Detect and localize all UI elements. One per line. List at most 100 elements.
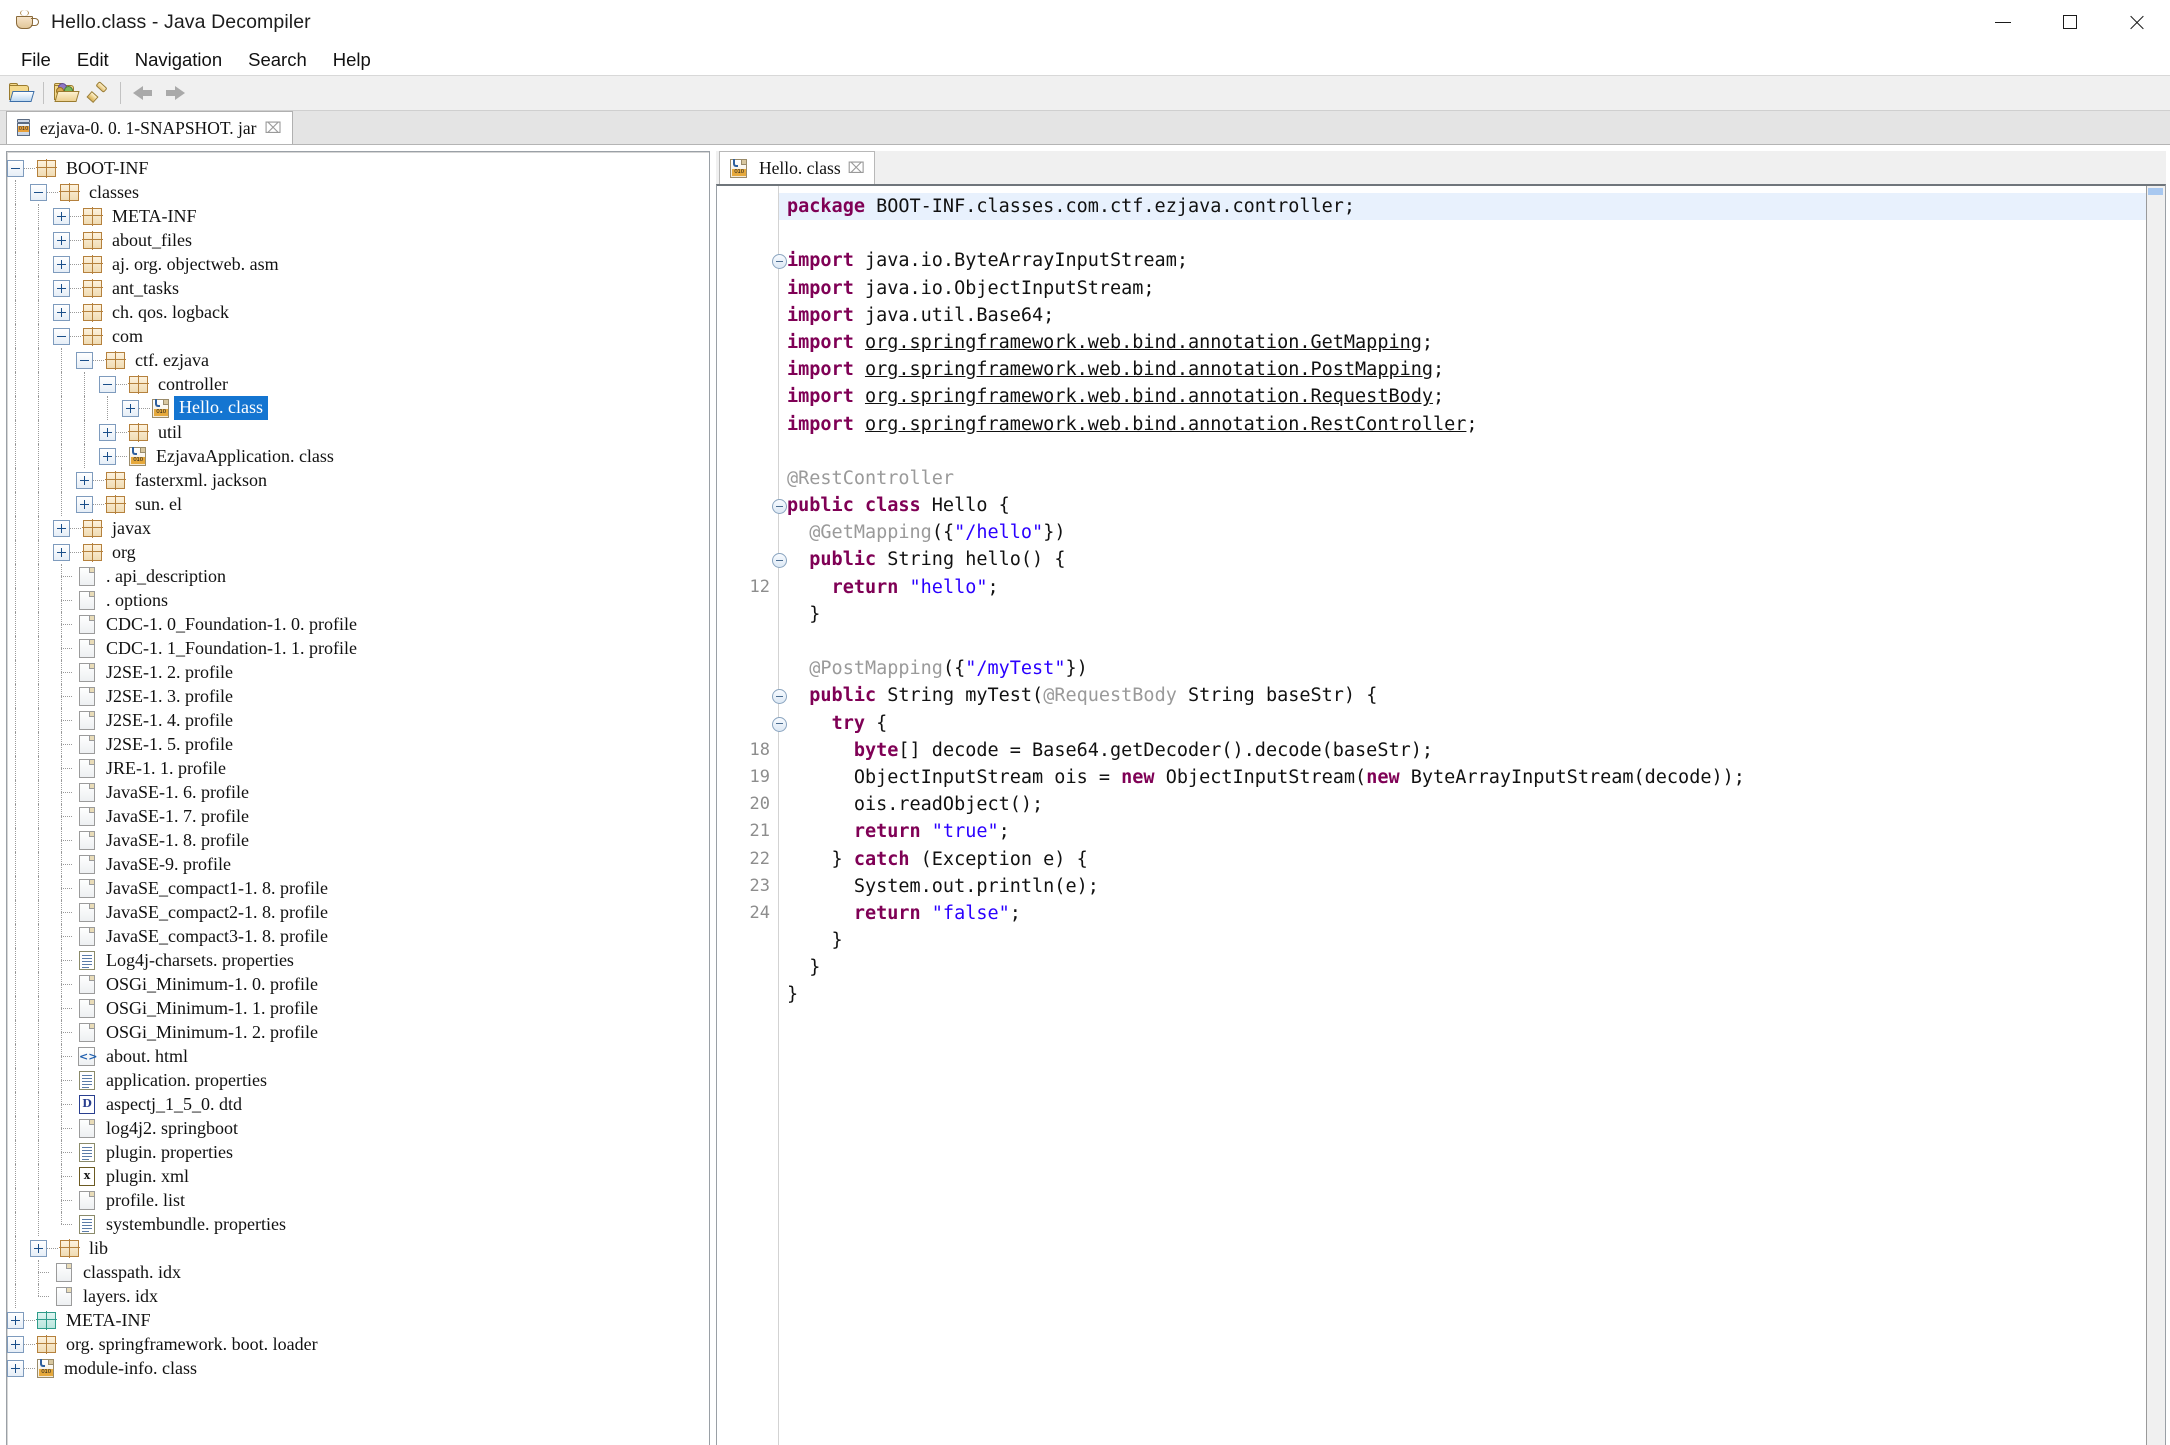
tree-item[interactable]: org xyxy=(7,540,709,564)
tree-item[interactable]: <> about. html xyxy=(7,1044,709,1068)
tree-item[interactable]: JavaSE-1. 8. profile xyxy=(7,828,709,852)
tree-item[interactable]: ch. qos. logback xyxy=(7,300,709,324)
tree-item[interactable]: META-INF xyxy=(7,1308,709,1332)
back-button[interactable] xyxy=(128,79,158,107)
tree-indent-guide xyxy=(7,204,30,228)
tree-item[interactable]: Daspectj_1_5_0. dtd xyxy=(7,1092,709,1116)
tree-item[interactable]: util xyxy=(7,420,709,444)
editor-marker-bar[interactable] xyxy=(2146,186,2165,1445)
tree-item[interactable]: JavaSE-1. 6. profile xyxy=(7,780,709,804)
tree-item[interactable]: J2SE-1. 3. profile xyxy=(7,684,709,708)
close-button[interactable] xyxy=(2103,0,2170,44)
tree-item[interactable]: OSGi_Minimum-1. 1. profile xyxy=(7,996,709,1020)
minimize-button[interactable] xyxy=(1969,0,2036,44)
tree-item[interactable]: org. springframework. boot. loader xyxy=(7,1332,709,1356)
menu-edit[interactable]: Edit xyxy=(64,47,122,73)
tree-expand-icon[interactable] xyxy=(76,495,93,513)
tree-expand-icon[interactable] xyxy=(76,471,93,489)
tree-item[interactable]: 010 EzjavaApplication. class xyxy=(7,444,709,468)
tree-item[interactable]: about_files xyxy=(7,228,709,252)
tree-item[interactable]: javax xyxy=(7,516,709,540)
tree-item[interactable]: x plugin. xml xyxy=(7,1164,709,1188)
code-token[interactable]: org.springframework.web.bind.annotation.… xyxy=(865,359,1433,380)
menu-navigation[interactable]: Navigation xyxy=(122,47,235,73)
tree-item[interactable]: Log4j-charsets. properties xyxy=(7,948,709,972)
tree-item[interactable]: OSGi_Minimum-1. 0. profile xyxy=(7,972,709,996)
tree-item[interactable]: lib xyxy=(7,1236,709,1260)
tree-expand-icon[interactable] xyxy=(53,255,70,273)
tree-item[interactable]: ant_tasks xyxy=(7,276,709,300)
tree-expand-icon[interactable] xyxy=(99,423,116,441)
tree-item[interactable]: CDC-1. 1_Foundation-1. 1. profile xyxy=(7,636,709,660)
code-token[interactable]: org.springframework.web.bind.annotation.… xyxy=(865,414,1466,435)
tree-item[interactable]: classpath. idx xyxy=(7,1260,709,1284)
tree-item[interactable]: META-INF xyxy=(7,204,709,228)
tree-item[interactable]: aj. org. objectweb. asm xyxy=(7,252,709,276)
jar-tree[interactable]: BOOT-INF classes META-INF about_files aj. or… xyxy=(7,152,709,1445)
editor-tab-close-icon[interactable]: ⌧ xyxy=(848,160,865,176)
editor-tab-hello-class[interactable]: 010 Hello. class ⌧ xyxy=(719,151,875,184)
tree-expand-icon[interactable] xyxy=(53,519,70,537)
tree-item[interactable]: JavaSE-1. 7. profile xyxy=(7,804,709,828)
editor-gutter[interactable]: 12 18 19 20 21 22 23 24 xyxy=(717,186,787,1445)
tree-item[interactable]: fasterxml. jackson xyxy=(7,468,709,492)
tree-item[interactable]: ctf. ezjava xyxy=(7,348,709,372)
code-token[interactable]: org.springframework.web.bind.annotation.… xyxy=(865,332,1422,353)
tree-collapse-icon[interactable] xyxy=(7,159,24,177)
menu-search[interactable]: Search xyxy=(235,47,320,73)
tree-item[interactable]: com xyxy=(7,324,709,348)
tree-item[interactable]: profile. list xyxy=(7,1188,709,1212)
tree-collapse-icon[interactable] xyxy=(76,351,93,369)
tree-expand-icon[interactable] xyxy=(122,399,139,417)
tree-elbow xyxy=(53,1092,76,1116)
tree-collapse-icon[interactable] xyxy=(99,375,116,393)
tree-expand-icon[interactable] xyxy=(99,447,116,465)
menu-help[interactable]: Help xyxy=(320,47,384,73)
maximize-button[interactable] xyxy=(2036,0,2103,44)
tree-item[interactable]: JavaSE_compact1-1. 8. profile xyxy=(7,876,709,900)
tree-collapse-icon[interactable] xyxy=(53,327,70,345)
jar-tab-close-icon[interactable]: ⌧ xyxy=(264,120,281,136)
tree-item[interactable]: J2SE-1. 2. profile xyxy=(7,660,709,684)
tree-expand-icon[interactable] xyxy=(7,1335,24,1353)
tree-expand-icon[interactable] xyxy=(53,207,70,225)
file-icon xyxy=(79,566,95,586)
tree-item[interactable]: BOOT-INF xyxy=(7,156,709,180)
tree-item[interactable]: JavaSE-9. profile xyxy=(7,852,709,876)
tree-item[interactable]: systembundle. properties xyxy=(7,1212,709,1236)
tree-item[interactable]: layers. idx xyxy=(7,1284,709,1308)
tree-expand-icon[interactable] xyxy=(53,543,70,561)
tree-expand-icon[interactable] xyxy=(30,1239,47,1257)
tree-item[interactable]: J2SE-1. 4. profile xyxy=(7,708,709,732)
tree-item[interactable]: controller xyxy=(7,372,709,396)
open-file-button[interactable] xyxy=(6,79,36,107)
tree-expand-icon[interactable] xyxy=(7,1359,24,1377)
tree-item[interactable]: log4j2. springboot xyxy=(7,1116,709,1140)
tree-item[interactable]: 010 Hello. class xyxy=(7,396,709,420)
tree-item[interactable]: CDC-1. 0_Foundation-1. 0. profile xyxy=(7,612,709,636)
tree-item[interactable]: . api_description xyxy=(7,564,709,588)
tree-collapse-icon[interactable] xyxy=(30,183,47,201)
tree-item[interactable]: JavaSE_compact3-1. 8. profile xyxy=(7,924,709,948)
tree-item[interactable]: JavaSE_compact2-1. 8. profile xyxy=(7,900,709,924)
source-code-view[interactable]: package BOOT-INF.classes.com.ctf.ezjava.… xyxy=(779,186,2146,1445)
tree-item[interactable]: J2SE-1. 5. profile xyxy=(7,732,709,756)
decompile-button[interactable] xyxy=(83,79,113,107)
forward-button[interactable] xyxy=(160,79,190,107)
tree-item[interactable]: classes xyxy=(7,180,709,204)
tree-expand-icon[interactable] xyxy=(53,231,70,249)
menu-file[interactable]: File xyxy=(8,47,64,73)
tree-item[interactable]: OSGi_Minimum-1. 2. profile xyxy=(7,1020,709,1044)
open-type-button[interactable] xyxy=(51,79,81,107)
tree-expand-icon[interactable] xyxy=(53,279,70,297)
tree-expand-icon[interactable] xyxy=(53,303,70,321)
jar-tab[interactable]: 010 ezjava-0. 0. 1-SNAPSHOT. jar ⌧ xyxy=(6,111,293,144)
code-token[interactable]: org.springframework.web.bind.annotation.… xyxy=(865,386,1433,407)
tree-expand-icon[interactable] xyxy=(7,1311,24,1329)
tree-item[interactable]: . options xyxy=(7,588,709,612)
tree-item[interactable]: sun. el xyxy=(7,492,709,516)
tree-item[interactable]: 010 module-info. class xyxy=(7,1356,709,1380)
tree-item[interactable]: JRE-1. 1. profile xyxy=(7,756,709,780)
tree-item[interactable]: application. properties xyxy=(7,1068,709,1092)
tree-item[interactable]: plugin. properties xyxy=(7,1140,709,1164)
